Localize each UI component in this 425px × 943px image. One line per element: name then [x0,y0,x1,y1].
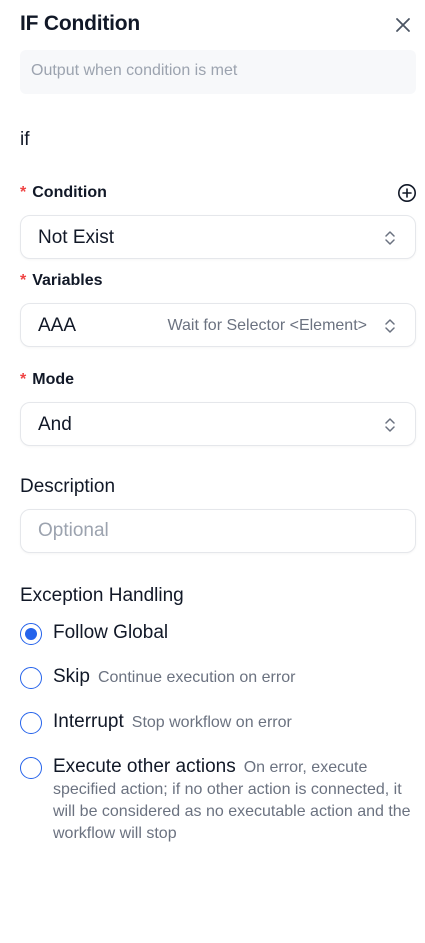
mode-label: * Mode [20,371,75,388]
exception-handling-title: Exception Handling [20,585,184,606]
if-label: if [20,129,30,150]
variables-source-hint: Wait for Selector <Element> [167,317,368,334]
panel-header: IF Condition [20,12,416,40]
radio-label: Interrupt [53,711,124,732]
required-asterisk: * [20,184,27,201]
mode-value: And [38,414,72,435]
mode-select[interactable]: And [20,402,416,446]
radio-button[interactable] [20,623,42,645]
variables-value: AAA [38,315,77,336]
description-input[interactable] [20,509,416,553]
variables-select[interactable]: AAA Wait for Selector <Element> [20,303,416,347]
add-condition-icon[interactable] [397,183,417,203]
chevron-updown-icon [385,231,395,245]
radio-label: Follow Global [53,622,169,643]
condition-value: Not Exist [38,227,115,248]
radio-button[interactable] [20,667,42,689]
radio-label: Execute other actions [53,756,236,777]
radio-hint: Continue execution on error [97,669,296,686]
chevron-updown-icon [385,319,395,333]
chevron-updown-icon [385,418,395,432]
required-asterisk: * [20,371,27,388]
radio-label: Skip [53,666,90,687]
condition-select[interactable]: Not Exist [20,215,416,259]
panel-title: IF Condition [20,12,141,35]
required-asterisk: * [20,272,27,289]
radio-button[interactable] [20,757,42,779]
condition-label: * Condition [20,184,107,201]
radio-hint: Stop workflow on error [131,714,292,731]
variables-label: * Variables [20,272,103,289]
radio-button[interactable] [20,712,42,734]
close-icon[interactable] [392,14,414,36]
description-label: Description [20,476,116,497]
output-field[interactable]: Output when condition is met [20,50,416,94]
